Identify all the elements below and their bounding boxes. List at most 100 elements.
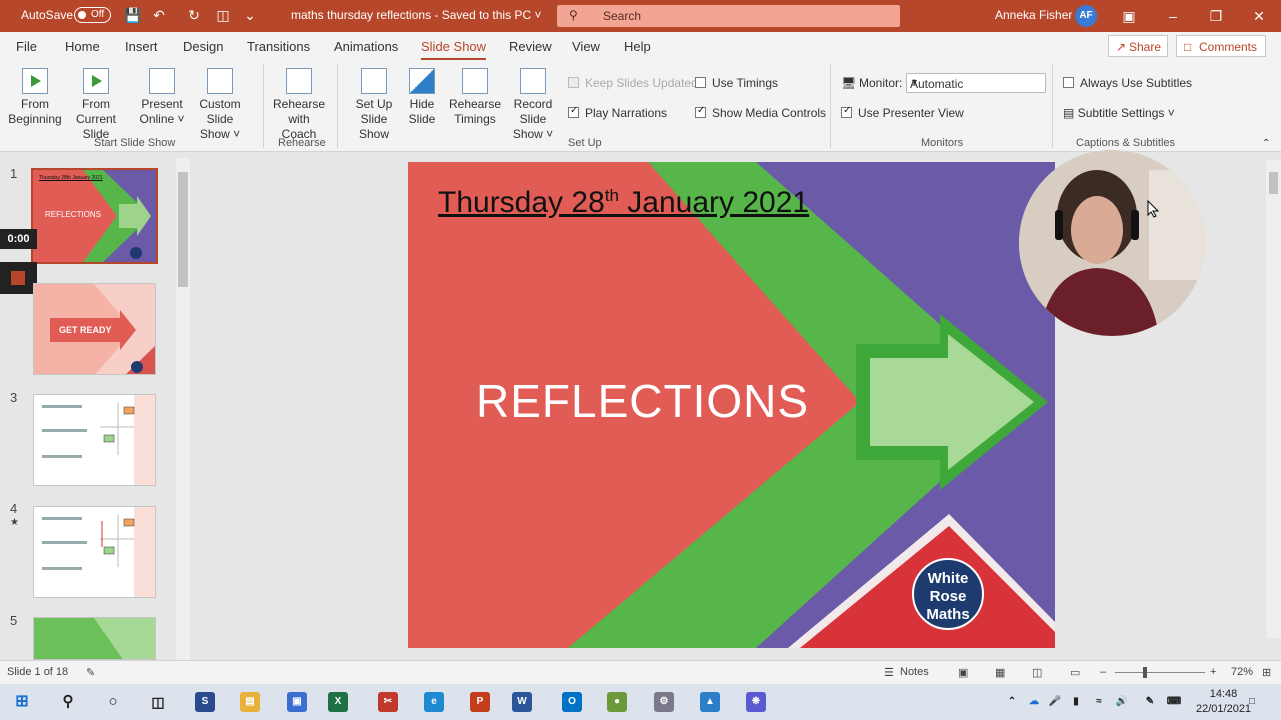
from-current-slide-button[interactable]: From Current Slide [63, 68, 129, 142]
set-up-slide-show-button[interactable]: Set Up Slide Show [344, 68, 404, 142]
store-icon[interactable]: ▣ [287, 692, 307, 712]
show-media-controls-checkbox[interactable]: Show Media Controls [695, 105, 827, 120]
volume-icon[interactable]: 🔊 [1112, 692, 1132, 712]
maximize-icon[interactable]: ❐ [1206, 6, 1226, 26]
rehearse-timings-button[interactable]: Rehearse Timings [448, 68, 502, 127]
app-icon[interactable]: ● [607, 692, 627, 712]
document-title[interactable]: maths thursday reflections - Saved to th… [291, 8, 541, 22]
search-box[interactable]: ⚲ Search [557, 5, 900, 27]
thumbnail-slide-2[interactable]: GET READY [33, 283, 156, 375]
pen-icon[interactable]: ✎ [1140, 692, 1160, 712]
monitor-select[interactable]: Automatic ▼ [906, 73, 1046, 93]
photos-icon[interactable]: ▲ [700, 692, 720, 712]
slide-date[interactable]: Thursday 28th January 2021 [438, 186, 809, 220]
file-explorer-icon[interactable]: ▤ [240, 692, 260, 712]
thumbnail-slide-3[interactable] [33, 394, 156, 486]
hide-slide-button[interactable]: Hide Slide [405, 68, 439, 127]
scrollbar-thumb[interactable] [178, 172, 188, 287]
settings-app-icon[interactable]: ❋ [746, 692, 766, 712]
scrollbar-thumb[interactable] [1269, 172, 1278, 194]
microphone-icon[interactable]: 🎤 [1045, 692, 1065, 712]
save-icon[interactable]: 💾 [124, 7, 141, 23]
zoom-out-icon[interactable]: – [1100, 666, 1106, 678]
minimize-icon[interactable]: – [1163, 6, 1183, 26]
notes-button[interactable]: Notes [900, 666, 929, 678]
redo-icon[interactable]: ↻ [186, 7, 202, 23]
collapse-ribbon-icon[interactable]: ⌃ [1262, 138, 1270, 149]
tab-design[interactable]: Design [183, 39, 223, 54]
normal-view-icon[interactable]: ▣ [958, 666, 968, 679]
tab-view[interactable]: View [572, 39, 600, 54]
subtitle-settings-button[interactable]: ▤ Subtitle Settings ˅ [1063, 106, 1175, 120]
slide-title[interactable]: REFLECTIONS [476, 374, 809, 428]
tab-animations[interactable]: Animations [334, 39, 398, 54]
notifications-icon[interactable]: □ [1242, 692, 1262, 712]
customize-qat-icon[interactable]: ⌄ [242, 7, 258, 23]
tab-help[interactable]: Help [624, 39, 651, 54]
keep-slides-updated-checkbox[interactable]: Keep Slides Updated [568, 76, 698, 90]
ribbon-display-options-icon[interactable]: ▣ [1119, 6, 1139, 26]
checkbox-box [1063, 77, 1074, 88]
sims-app-icon[interactable]: S [195, 692, 215, 712]
thumbnail-slide-4[interactable] [33, 506, 156, 598]
record-slide-show-button[interactable]: Record Slide Show ˅ [500, 68, 566, 142]
zoom-slider-handle[interactable] [1143, 667, 1147, 678]
accessibility-icon[interactable]: ✎ [86, 666, 95, 679]
from-beginning-button[interactable]: From Beginning [8, 68, 62, 127]
reading-view-icon[interactable]: ◫ [1032, 666, 1042, 679]
zoom-slider[interactable] [1115, 672, 1205, 673]
rehearse-with-coach-button[interactable]: Rehearse with Coach [270, 68, 328, 142]
play-narrations-label: Play Narrations [585, 106, 668, 120]
wifi-icon[interactable]: ≈ [1089, 692, 1109, 712]
tab-file[interactable]: File [16, 39, 37, 54]
thumb-number: 1 [10, 166, 18, 181]
close-icon[interactable]: ✕ [1249, 6, 1269, 26]
present-online-button[interactable]: Present Online ˅ [136, 68, 188, 127]
group-separator [337, 64, 338, 148]
slide-show-view-icon[interactable]: ▭ [1070, 666, 1080, 679]
search-icon[interactable]: ⚲ [58, 692, 78, 712]
custom-slide-show-button[interactable]: Custom Slide Show ˅ [187, 68, 253, 142]
zoom-level[interactable]: 72% [1231, 666, 1253, 678]
always-use-subtitles-checkbox[interactable]: Always Use Subtitles [1063, 76, 1192, 90]
avatar[interactable]: AF [1075, 5, 1097, 27]
zoom-in-icon[interactable]: + [1210, 666, 1216, 678]
share-button[interactable]: ↗ Share [1108, 35, 1168, 57]
word-icon[interactable]: W [512, 692, 532, 712]
task-view-icon[interactable]: ◫ [148, 692, 168, 712]
coach-line1: Rehearse [272, 97, 326, 111]
thumbnail-slide-1[interactable]: Thursday 28th January 2021 REFLECTIONS [31, 168, 158, 264]
windows-start-icon[interactable]: ⊞ [12, 692, 32, 712]
slide-sorter-icon[interactable]: ▦ [995, 666, 1005, 679]
tray-chevron-icon[interactable]: ⌃ [1002, 692, 1022, 712]
snip-tool-icon[interactable]: ✂ [378, 692, 398, 712]
tab-transitions[interactable]: Transitions [247, 39, 310, 54]
tab-review[interactable]: Review [509, 39, 552, 54]
thumbnail-scrollbar[interactable] [176, 158, 190, 660]
undo-icon[interactable]: ↶ [151, 7, 167, 23]
play-narrations-checkbox[interactable]: Play Narrations [568, 105, 668, 120]
recording-indicator[interactable] [0, 262, 37, 294]
user-name[interactable]: Anneka Fisher [995, 8, 1072, 22]
show-media-label: Show Media Controls [712, 106, 827, 120]
tab-slide-show[interactable]: Slide Show [421, 39, 487, 61]
comments-button[interactable]: □ Comments [1176, 35, 1266, 57]
editor-scrollbar[interactable] [1266, 160, 1281, 638]
fit-to-window-icon[interactable]: ⊞ [1262, 666, 1271, 679]
outlook-icon[interactable]: O [562, 692, 582, 712]
thumbnail-slide-5[interactable] [33, 617, 156, 660]
tab-insert[interactable]: Insert [125, 39, 158, 54]
autosave-toggle[interactable]: Off [74, 7, 111, 23]
battery-icon[interactable]: ▮ [1066, 692, 1086, 712]
excel-icon[interactable]: X [328, 692, 348, 712]
use-presenter-view-checkbox[interactable]: Use Presenter View [841, 105, 964, 120]
powerpoint-icon[interactable]: P [470, 692, 490, 712]
language-icon[interactable]: ⌨ [1164, 692, 1184, 712]
onedrive-icon[interactable]: ☁ [1024, 692, 1044, 712]
edge-icon[interactable]: e [424, 692, 444, 712]
tab-home[interactable]: Home [65, 39, 100, 54]
tool-icon[interactable]: ⚙ [654, 692, 674, 712]
start-from-beginning-icon[interactable]: ◫ [215, 7, 231, 23]
use-timings-checkbox[interactable]: Use Timings [695, 76, 778, 90]
cortana-icon[interactable]: ○ [103, 692, 123, 712]
